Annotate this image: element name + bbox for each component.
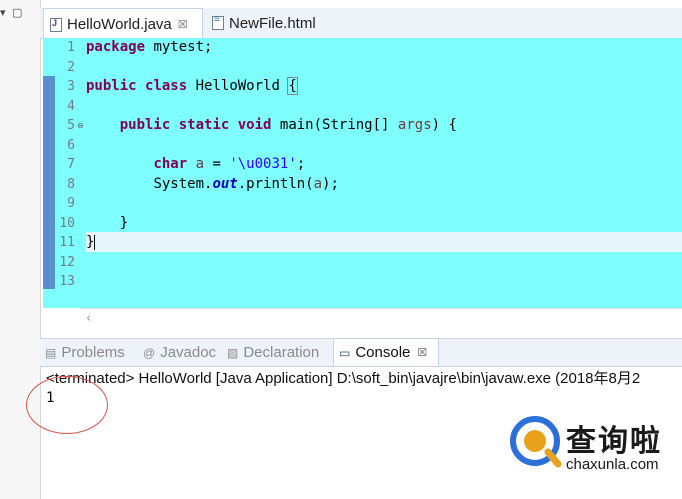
at-icon: @ xyxy=(143,345,156,360)
code-line-11: } xyxy=(86,234,96,250)
tab-declaration[interactable]: ▧ Declaration xyxy=(227,339,329,366)
code-line-1: package mytest; xyxy=(86,39,213,55)
java-file-icon xyxy=(50,17,62,32)
scroll-left-icon[interactable]: ‹ xyxy=(86,311,91,326)
tab-problems[interactable]: ▤ Problems xyxy=(45,339,137,366)
line-number: 5 xyxy=(67,118,75,133)
code-line-5: public static void main(String[] args) { xyxy=(119,117,457,133)
declaration-icon: ▧ xyxy=(227,345,239,360)
console-icon: ▭ xyxy=(339,345,351,360)
line-number: 8 xyxy=(67,176,75,192)
tab-helloworld-java[interactable]: HelloWorld.java ☒ xyxy=(43,8,203,40)
close-tab-icon[interactable]: ☒ xyxy=(417,346,427,359)
tab-newfile-html[interactable]: NewFile.html xyxy=(206,8,336,38)
quick-diff-bar xyxy=(43,76,55,289)
annotation-circle xyxy=(26,376,108,434)
code-line-8: System.out.println(a); xyxy=(153,175,339,192)
bracket-match: { xyxy=(287,77,298,95)
left-panel-strip: ▾ ▢ xyxy=(0,0,41,499)
line-number: 6 xyxy=(67,137,75,153)
chaxunla-logo-icon xyxy=(510,416,562,468)
line-number: 4 xyxy=(67,98,75,114)
code-line-3: public class HelloWorld { xyxy=(86,77,298,95)
close-tab-icon[interactable]: ☒ xyxy=(178,18,188,31)
line-number: 12 xyxy=(59,254,75,270)
html-file-icon xyxy=(212,14,224,30)
tab-label: NewFile.html xyxy=(229,14,316,32)
code-line-10: } xyxy=(119,214,129,231)
view-tab-bar: ▤ Problems @ Javadoc ▧ Declaration ▭ Con… xyxy=(40,338,682,367)
text-caret xyxy=(94,234,96,250)
line-number: 10 xyxy=(59,215,75,231)
maximize-icon[interactable]: ▢ xyxy=(12,6,22,19)
tab-javadoc[interactable]: @ Javadoc xyxy=(143,339,221,366)
console-status-line: <terminated> HelloWorld [Java Applicatio… xyxy=(46,370,641,387)
watermark-title: 查询啦 xyxy=(566,424,662,459)
editor-tab-bar: HelloWorld.java ☒ NewFile.html xyxy=(40,8,682,40)
horizontal-scrollbar[interactable]: ‹ xyxy=(80,308,682,331)
code-editor[interactable]: 1 2 3 4 5 ⊖ 6 7 8 9 10 11 12 13 package … xyxy=(43,38,682,308)
line-number: 9 xyxy=(67,196,75,211)
line-number: 13 xyxy=(59,274,75,289)
fold-collapse-icon[interactable]: ⊖ xyxy=(77,116,84,136)
watermark-domain: chaxunla.com xyxy=(566,456,659,473)
code-line-7: char a = '\u0031'; xyxy=(153,156,306,172)
line-number: 2 xyxy=(67,59,75,75)
line-number: 3 xyxy=(67,79,75,94)
problems-icon: ▤ xyxy=(45,345,57,360)
tab-console[interactable]: ▭ Console ☒ xyxy=(333,339,439,366)
minimize-icon[interactable]: ▾ xyxy=(0,6,6,19)
watermark: 查询啦 chaxunla.com xyxy=(508,414,678,486)
line-number: 7 xyxy=(67,157,75,172)
line-number: 11 xyxy=(59,235,75,250)
current-line-highlight xyxy=(86,232,682,252)
line-number: 1 xyxy=(67,40,75,55)
tab-label: HelloWorld.java xyxy=(67,16,172,33)
